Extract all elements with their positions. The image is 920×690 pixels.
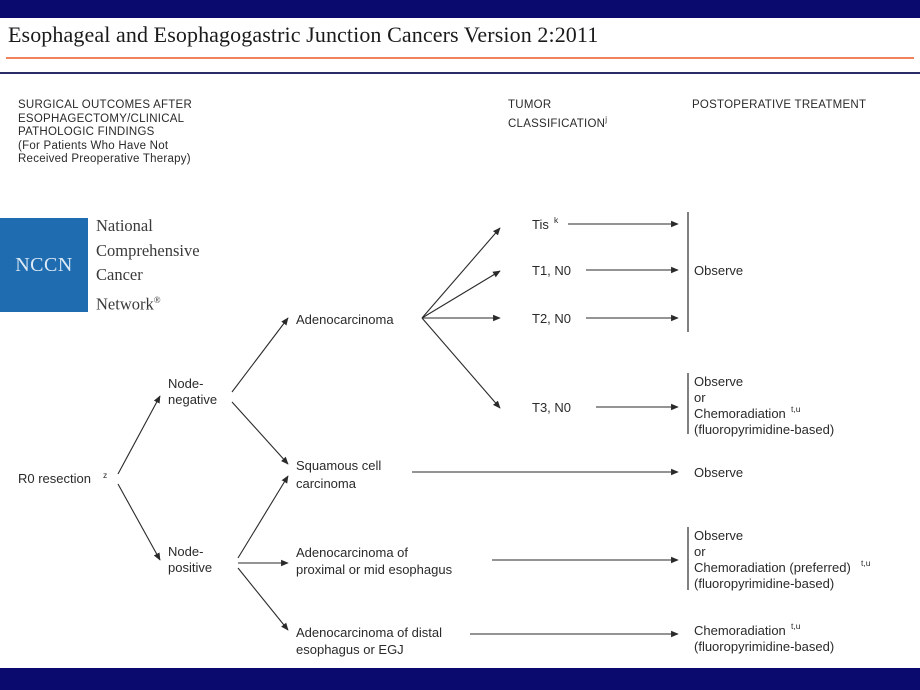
node-negative-label-line1: Node- — [168, 376, 203, 391]
slide-canvas: Esophageal and Esophagogastric Junction … — [0, 0, 920, 690]
treatment-t3-line4: (fluoropyrimidine-based) — [694, 422, 834, 437]
treatment-proximal-line4: (fluoropyrimidine-based) — [694, 576, 834, 591]
node-adeno-distal-label-line2: esophagus or EGJ — [296, 642, 404, 657]
treatment-proximal-line2: or — [694, 544, 706, 559]
treatment-t3-line2: or — [694, 390, 706, 405]
node-positive-label-line1: Node- — [168, 544, 203, 559]
treatment-squamous-label: Observe — [694, 465, 743, 480]
node-adeno-proximal-label-line1: Adenocarcinoma of — [296, 545, 408, 560]
edge-node-positive-to-adeno-distal — [237, 567, 289, 631]
treatment-observe-group-label: Observe — [694, 263, 743, 278]
node-root-label: R0 resection — [18, 471, 91, 486]
tumor-class-tis-footnote: k — [554, 215, 559, 225]
edge-root-to-node-negative — [117, 395, 161, 475]
node-root-footnote: z — [103, 470, 107, 480]
tumor-class-t1n0-label: T1, N0 — [532, 263, 571, 278]
node-squamous-label-line2: carcinoma — [296, 476, 357, 491]
node-adenocarcinoma-label: Adenocarcinoma — [296, 312, 394, 327]
edge-node-positive-to-squamous — [237, 475, 289, 559]
edge-node-negative-to-adenocarcinoma — [231, 317, 289, 393]
node-positive-label-line2: positive — [168, 560, 212, 575]
algorithm-flowchart: R0 resection z Node- negative Node- posi… — [18, 212, 871, 657]
edge-node-negative-to-squamous — [231, 401, 289, 465]
node-adeno-proximal-label-line2: proximal or mid esophagus — [296, 562, 453, 577]
treatment-t3-line3-footnote: t,u — [791, 404, 801, 414]
treatment-t3-line3: Chemoradiation — [694, 406, 786, 421]
treatment-proximal-line3: Chemoradiation (preferred) — [694, 560, 851, 575]
tumor-class-t3n0-label: T3, N0 — [532, 400, 571, 415]
treatment-proximal-line3-footnote: t,u — [861, 558, 871, 568]
treatment-t3-line1: Observe — [694, 374, 743, 389]
node-squamous-label-line1: Squamous cell — [296, 458, 381, 473]
edge-adenocarcinoma-to-tis — [421, 227, 501, 319]
tumor-class-tis-label: Tis — [532, 217, 549, 232]
node-adeno-distal-label-line1: Adenocarcinoma of distal — [296, 625, 442, 640]
tumor-class-t2n0-label: T2, N0 — [532, 311, 571, 326]
treatment-proximal-line1: Observe — [694, 528, 743, 543]
edge-root-to-node-positive — [117, 483, 161, 561]
treatment-distal-line1: Chemoradiation — [694, 623, 786, 638]
node-negative-label-line2: negative — [168, 392, 217, 407]
edge-adenocarcinoma-to-t1n0 — [421, 270, 501, 319]
treatment-distal-line2: (fluoropyrimidine-based) — [694, 639, 834, 654]
bottom-navy-bar — [0, 668, 920, 690]
treatment-distal-line1-footnote: t,u — [791, 621, 801, 631]
edge-adenocarcinoma-to-t3n0 — [421, 317, 501, 409]
